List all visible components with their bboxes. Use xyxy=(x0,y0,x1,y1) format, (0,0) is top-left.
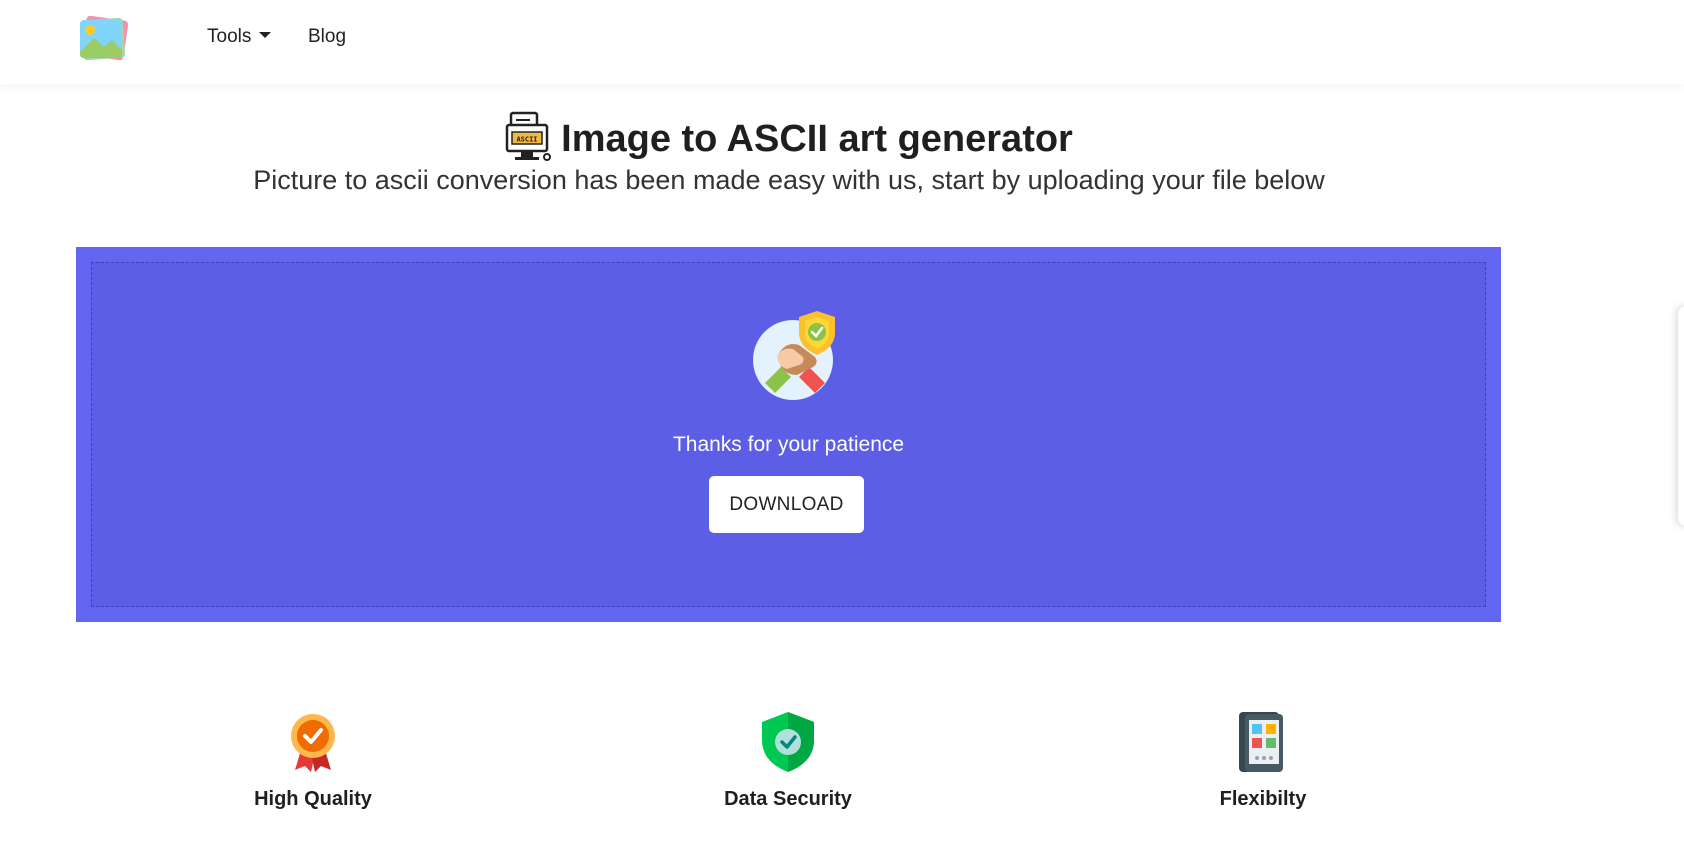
nav-blog-link[interactable]: Blog xyxy=(308,26,346,48)
navbar: Tools Blog xyxy=(0,0,1684,84)
page-subtitle: Picture to ascii conversion has been mad… xyxy=(253,165,1325,195)
feature-label: Flexibilty xyxy=(1219,788,1307,810)
page-title-text: Image to ASCII art generator xyxy=(561,118,1073,160)
feature-high-quality: High Quality xyxy=(183,710,443,811)
caret-down-icon xyxy=(259,31,272,38)
result-panel: Thanks for your patience DOWNLOAD xyxy=(76,247,1501,622)
image-stack-icon[interactable] xyxy=(76,14,130,64)
handshake-shield-icon xyxy=(753,311,835,400)
nav-tools-dropdown[interactable]: Tools xyxy=(207,26,272,48)
page-title: ASCII Image to ASCII art generator xyxy=(0,111,1578,167)
shield-check-icon xyxy=(762,712,814,772)
award-badge-icon xyxy=(291,714,335,772)
dropzone[interactable]: Thanks for your patience DOWNLOAD xyxy=(91,262,1486,607)
nav-tools-label: Tools xyxy=(207,26,252,47)
device-grid-icon xyxy=(1239,712,1283,772)
download-button[interactable]: DOWNLOAD xyxy=(709,476,864,533)
svg-text:ASCII: ASCII xyxy=(517,135,538,143)
feature-data-security: Data Security xyxy=(658,710,918,811)
feature-label: High Quality xyxy=(254,788,372,810)
feature-label: Data Security xyxy=(724,788,852,810)
edge-panel[interactable] xyxy=(1678,306,1684,526)
thanks-message: Thanks for your patience xyxy=(672,433,905,456)
feature-flexibility: Flexibilty xyxy=(1133,710,1393,811)
ascii-monitor-icon: ASCII xyxy=(505,111,552,161)
